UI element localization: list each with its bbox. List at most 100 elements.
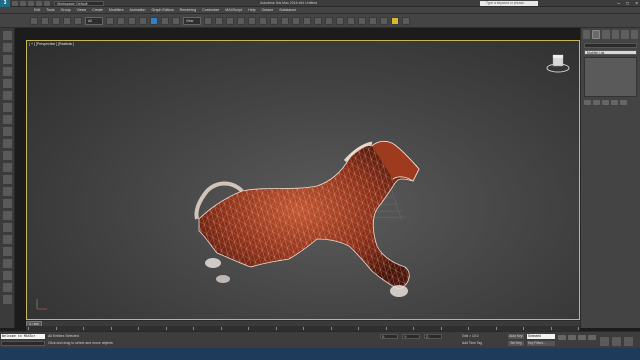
mass-fx-icon[interactable] xyxy=(3,247,12,256)
render-setup-icon[interactable] xyxy=(369,16,377,25)
menu-maxscript[interactable]: MAXScript xyxy=(225,8,242,12)
menu-animation[interactable]: Animation xyxy=(130,8,146,12)
maximize-viewport-icon[interactable] xyxy=(624,337,633,346)
hair-icon[interactable] xyxy=(3,259,12,268)
set-key-button[interactable]: Set Key xyxy=(508,341,524,346)
biped-icon[interactable] xyxy=(3,211,12,220)
create-camera-icon[interactable] xyxy=(3,127,12,136)
save-file-icon[interactable] xyxy=(28,0,34,6)
particle-view-icon[interactable] xyxy=(3,199,12,208)
previous-frame-icon[interactable] xyxy=(568,335,576,340)
material-editor-icon[interactable] xyxy=(358,16,366,25)
search-input[interactable]: Type a keyword or phrase xyxy=(480,1,538,6)
bind-space-warp-icon[interactable] xyxy=(74,16,82,25)
layer-explorer-icon[interactable] xyxy=(314,16,322,25)
snaps-toggle-icon[interactable] xyxy=(237,16,245,25)
create-sphere-icon[interactable] xyxy=(3,43,12,52)
menu-octane[interactable]: Octane xyxy=(262,8,274,12)
z-coordinate-field[interactable]: Z: xyxy=(424,334,442,339)
cat-icon[interactable] xyxy=(3,223,12,232)
menu-help[interactable]: Help xyxy=(248,8,255,12)
utilities-tab-icon[interactable] xyxy=(630,30,638,39)
menu-rendering[interactable]: Rendering xyxy=(180,8,197,12)
create-box-icon[interactable] xyxy=(3,31,12,40)
menu-tools[interactable]: Tools xyxy=(46,8,54,12)
create-helper-icon[interactable] xyxy=(3,139,12,148)
key-filters-button[interactable]: Key Filters... xyxy=(527,341,555,346)
render-production-icon[interactable] xyxy=(391,16,399,25)
show-end-result-icon[interactable] xyxy=(593,100,600,105)
schematic-view-icon[interactable] xyxy=(347,16,355,25)
named-selection-icon[interactable] xyxy=(281,16,289,25)
cloth-icon[interactable] xyxy=(3,271,12,280)
maxscript-output[interactable] xyxy=(1,341,45,346)
redo-tool-icon[interactable] xyxy=(41,16,49,25)
next-frame-icon[interactable] xyxy=(588,335,596,340)
zoom-icon[interactable] xyxy=(600,337,609,346)
pin-stack-icon[interactable] xyxy=(584,100,591,105)
align-icon[interactable] xyxy=(303,16,311,25)
orbit-icon[interactable] xyxy=(612,337,621,346)
selection-filter-dropdown[interactable]: All xyxy=(85,16,103,25)
select-and-move-icon[interactable] xyxy=(150,16,158,25)
app-logo-icon[interactable]: 3 xyxy=(0,0,10,7)
create-plane-icon[interactable] xyxy=(3,91,12,100)
y-coordinate-field[interactable]: Y: xyxy=(402,334,420,339)
toggle-ribbon-icon[interactable] xyxy=(325,16,333,25)
play-icon[interactable] xyxy=(578,335,586,340)
create-teapot-icon[interactable] xyxy=(3,103,12,112)
select-object-icon[interactable] xyxy=(106,16,114,25)
asset-browser-icon[interactable] xyxy=(3,187,12,196)
manipulate-icon[interactable] xyxy=(215,16,223,25)
rendered-frame-icon[interactable] xyxy=(380,16,388,25)
create-cylinder-icon[interactable] xyxy=(3,55,12,64)
x-coordinate-field[interactable]: X: xyxy=(380,334,398,339)
unlink-icon[interactable] xyxy=(63,16,71,25)
minimize-button[interactable]: – xyxy=(617,1,620,7)
menu-views[interactable]: Views xyxy=(77,8,87,12)
scene-explorer-icon[interactable] xyxy=(3,175,12,184)
window-crossing-icon[interactable] xyxy=(139,16,147,25)
select-and-scale-icon[interactable] xyxy=(172,16,180,25)
unwrap-icon[interactable] xyxy=(3,295,12,304)
modifier-stack[interactable] xyxy=(584,57,637,97)
object-name-field[interactable] xyxy=(584,43,637,48)
menu-modifiers[interactable]: Modifiers xyxy=(109,8,124,12)
menu-substance[interactable]: Substance xyxy=(279,8,296,12)
reference-coordinate-dropdown[interactable]: View xyxy=(183,16,201,25)
menu-create[interactable]: Create xyxy=(92,8,103,12)
modifier-list-dropdown[interactable]: Modifier List xyxy=(584,50,637,55)
create-system-icon[interactable] xyxy=(3,163,12,172)
remove-modifier-icon[interactable] xyxy=(611,100,618,105)
pivot-center-icon[interactable] xyxy=(204,16,212,25)
create-light-icon[interactable] xyxy=(3,115,12,124)
redo-icon[interactable] xyxy=(44,0,50,6)
undo-icon[interactable] xyxy=(36,0,42,6)
populate-icon[interactable] xyxy=(3,235,12,244)
link-icon[interactable] xyxy=(52,16,60,25)
key-selection-dropdown[interactable]: Selected xyxy=(527,334,555,339)
menu-group[interactable]: Group xyxy=(61,8,71,12)
create-spacewarp-icon[interactable] xyxy=(3,151,12,160)
modify-tab-icon[interactable] xyxy=(592,30,601,39)
maximize-button[interactable]: □ xyxy=(626,1,629,7)
make-unique-icon[interactable] xyxy=(602,100,609,105)
display-tab-icon[interactable] xyxy=(621,30,629,39)
motion-tab-icon[interactable] xyxy=(611,30,620,39)
curve-editor-icon[interactable] xyxy=(336,16,344,25)
undo-tool-icon[interactable] xyxy=(30,16,38,25)
open-file-icon[interactable] xyxy=(20,0,26,6)
create-cone-icon[interactable] xyxy=(3,67,12,76)
perspective-viewport[interactable]: [ + ] [Perspective ] [Realistic ] xyxy=(26,40,580,320)
go-to-start-icon[interactable] xyxy=(558,335,566,340)
menu-edit[interactable]: Edit xyxy=(34,8,40,12)
render-iterative-icon[interactable] xyxy=(402,16,410,25)
close-button[interactable]: × xyxy=(635,1,638,7)
rectangle-selection-icon[interactable] xyxy=(128,16,136,25)
menu-customize[interactable]: Customize xyxy=(202,8,219,12)
new-file-icon[interactable] xyxy=(12,0,18,6)
select-and-rotate-icon[interactable] xyxy=(161,16,169,25)
auto-key-button[interactable]: Auto Key xyxy=(508,334,524,339)
add-time-tag[interactable]: Add Time Tag xyxy=(462,341,482,345)
maxscript-listener[interactable]: Welcome to MAXScr xyxy=(1,334,45,339)
